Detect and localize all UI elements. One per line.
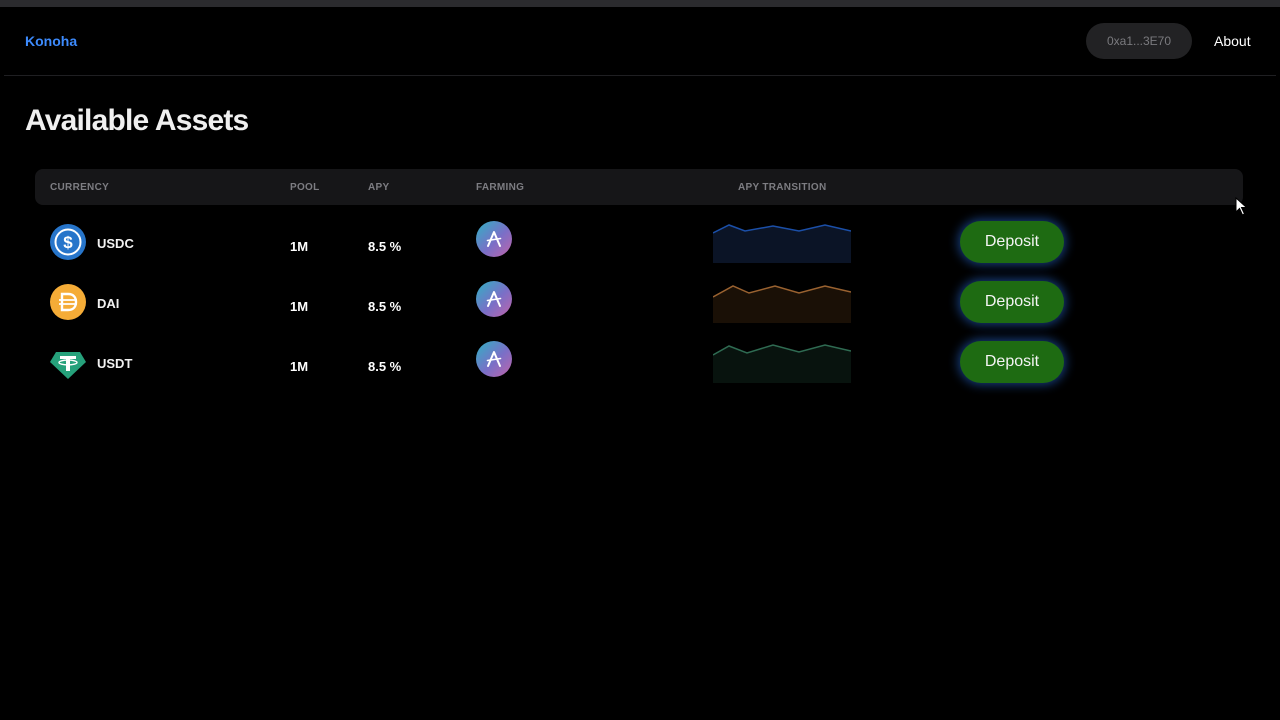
svg-text:$: $ (63, 233, 73, 252)
column-header-apy-transition: APY TRANSITION (738, 182, 827, 193)
pool-value: 1M (290, 239, 309, 254)
deposit-button[interactable]: Deposit (960, 341, 1064, 383)
wallet-address-button[interactable]: 0xa1...3E70 (1086, 23, 1192, 59)
apy-value: 8.5 % (368, 359, 402, 374)
pool-value: 1M (290, 299, 309, 314)
page-title: Available Assets (25, 104, 249, 137)
column-header-pool: POOL (290, 182, 320, 193)
currency-name: USDT (97, 356, 133, 371)
apy-transition-chart (712, 221, 852, 263)
column-header-currency: CURRENCY (50, 182, 110, 193)
brand-logo-link[interactable]: Konoha (25, 33, 77, 49)
about-link[interactable]: About (1214, 33, 1251, 49)
table-row: DAI 1M 8.5 % Deposit (35, 281, 1243, 341)
dai-icon (50, 284, 86, 320)
apy-value: 8.5 % (368, 299, 402, 314)
mouse-cursor-icon (1235, 196, 1249, 217)
column-header-apy: APY (368, 182, 390, 193)
aave-icon[interactable] (476, 281, 512, 317)
table-header: CURRENCY POOL APY FARMING APY TRANSITION (35, 169, 1243, 205)
apy-transition-chart (712, 281, 852, 323)
usdt-icon (50, 344, 86, 380)
deposit-button[interactable]: Deposit (960, 221, 1064, 263)
table-row: USDT 1M 8.5 % Deposit (35, 341, 1243, 401)
column-header-farming: FARMING (476, 182, 525, 193)
navbar: Konoha 0xa1...3E70 About (0, 7, 1280, 75)
usdc-icon: $ (50, 224, 86, 260)
apy-transition-chart (712, 341, 852, 383)
table-row: $ USDC 1M 8.5 % Deposit (35, 221, 1243, 281)
apy-value: 8.5 % (368, 239, 402, 254)
aave-icon[interactable] (476, 221, 512, 257)
pool-value: 1M (290, 359, 309, 374)
navbar-divider (4, 75, 1276, 76)
window-top-bar (0, 0, 1280, 7)
deposit-button[interactable]: Deposit (960, 281, 1064, 323)
currency-name: DAI (97, 296, 120, 311)
aave-icon[interactable] (476, 341, 512, 377)
currency-name: USDC (97, 236, 134, 251)
